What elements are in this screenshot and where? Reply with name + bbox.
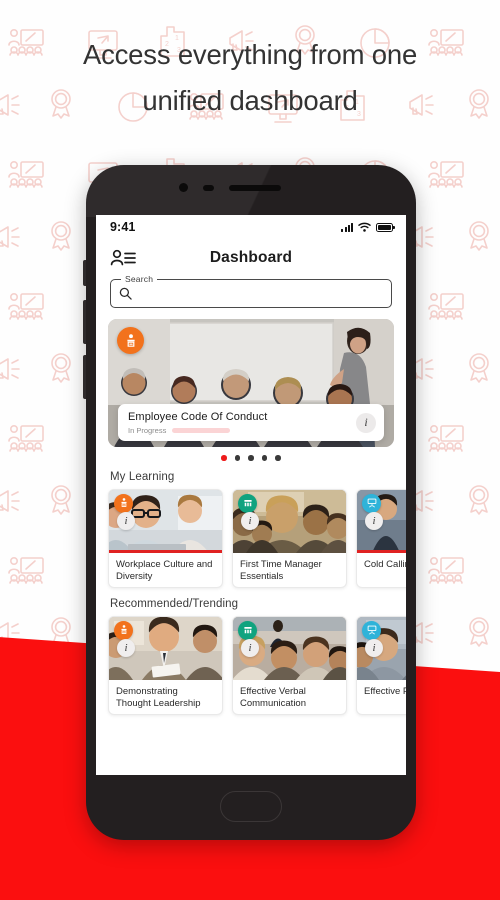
search-bar-container: Search [96,274,406,308]
hero-status-label: In Progress [128,425,167,435]
carousel-dots[interactable] [108,455,394,461]
hero-info-button[interactable]: i [356,412,376,433]
home-button[interactable] [220,791,282,822]
presentation-screen-icon [367,625,376,635]
course-info-button[interactable]: i [365,512,383,530]
course-category-badge [114,620,133,640]
phone-side-button-volume-down[interactable] [83,355,86,399]
hero-course-title: Employee Code Of Conduct [128,410,268,423]
course-info-button[interactable]: i [117,639,135,657]
course-category-badge [114,493,133,513]
course-thumbnail: i [109,616,222,680]
course-progress-bar [357,550,406,553]
headline-line-1: Access everything from one [82,39,418,70]
app-bar-title: Dashboard [209,248,293,266]
course-card[interactable]: i First Time Manager Essentials [232,488,347,588]
phone-side-button-volume-up[interactable] [83,300,86,344]
course-category-badge [238,493,257,513]
person-list-menu-icon[interactable] [110,249,136,267]
course-title: Effective Presentations [364,685,406,697]
presenter-podium-icon [120,498,127,507]
course-title: Effective Verbal Communication [240,685,306,710]
status-bar: 9:41 [96,215,406,239]
presenter-podium-icon [126,333,135,347]
hero-card[interactable]: Employee Code Of Conduct In Progress i [108,319,394,447]
course-section: My Learning i Workplace Culture and Diver… [96,471,406,588]
course-thumbnail: i [357,489,406,553]
course-rail[interactable]: i Workplace Culture and Diversity i First … [96,488,406,588]
course-info-button[interactable]: i [241,512,259,530]
course-card[interactable]: i Effective Verbal Communication [232,615,347,715]
presenter-podium-icon [120,625,127,634]
status-bar-time: 9:41 [110,220,136,234]
section-title: My Learning [110,470,175,483]
front-camera-icon [179,183,188,192]
search-icon [119,287,132,300]
earpiece-speaker-icon [229,185,281,191]
course-card[interactable]: i Cold Calling Sales [356,488,406,588]
course-sections: My Learning i Workplace Culture and Diver… [96,471,406,715]
battery-full-icon [376,222,395,232]
hero-category-badge [117,327,144,354]
course-title: Cold Calling Sales [364,558,406,570]
course-category-badge [238,620,257,640]
course-thumbnail: i [233,616,346,680]
course-progress-bar [109,550,222,553]
status-bar-icons [341,222,395,232]
course-title: First Time Manager Essentials [240,558,322,583]
hero-carousel[interactable]: Employee Code Of Conduct In Progress i [96,319,406,461]
course-rail[interactable]: i Demonstrating Thought Leadership i Effec… [96,615,406,715]
carousel-dot[interactable] [261,455,268,461]
presentation-screen-icon [367,498,376,508]
search-input[interactable] [132,287,391,300]
course-category-badge [362,493,381,513]
course-info-button[interactable]: i [117,512,135,530]
audience-seats-icon [243,500,252,507]
hero-text-block: Employee Code Of Conduct In Progress [128,411,356,435]
headline-line-2: unified dashboard [142,85,358,116]
course-thumbnail: i [109,489,222,553]
audience-seats-icon [243,627,252,634]
page-title: Access everything from one unified dashb… [0,32,500,124]
course-section: Recommended/Trending i Demonstrating Thou… [96,598,406,715]
course-category-badge [362,620,381,640]
carousel-dot[interactable] [234,455,241,461]
phone-sensor-housing [86,182,416,194]
course-card[interactable]: i Workplace Culture and Diversity [108,488,223,588]
hero-caption-bar: Employee Code Of Conduct In Progress i [118,404,384,441]
section-title: Recommended/Trending [110,597,239,610]
promo-screenshot: 2 1 3 [0,0,500,900]
course-thumbnail: i [357,616,406,680]
course-progress-fill [109,550,222,553]
course-card[interactable]: i Effective Presentations [356,615,406,715]
phone-screen: 9:41 Dashboard Search Employee Code Of C… [96,215,406,775]
carousel-dot[interactable] [221,455,227,461]
course-info-button[interactable]: i [365,639,383,657]
search-label: Search [121,274,158,284]
course-thumbnail: i [233,489,346,553]
wifi-icon [358,222,371,232]
dashboard-content: Employee Code Of Conduct In Progress i M… [96,308,406,715]
app-bar: Dashboard [96,239,406,276]
course-title: Demonstrating Thought Leadership [116,685,201,710]
course-progress-fill [357,550,406,553]
phone-side-button-mute[interactable] [83,260,86,286]
proximity-sensor-icon [203,185,214,191]
carousel-dot[interactable] [275,455,281,461]
search-field[interactable]: Search [110,274,392,308]
carousel-dot[interactable] [248,455,254,461]
phone-mockup: 9:41 Dashboard Search Employee Code Of C… [83,165,416,840]
course-title: Workplace Culture and Diversity [116,558,213,583]
course-info-button[interactable]: i [241,639,259,657]
hero-progress-bar [172,427,231,433]
course-card[interactable]: i Demonstrating Thought Leadership [108,615,223,715]
hero-progress-row: In Progress [128,426,356,435]
cellular-signal-icon [341,222,353,232]
